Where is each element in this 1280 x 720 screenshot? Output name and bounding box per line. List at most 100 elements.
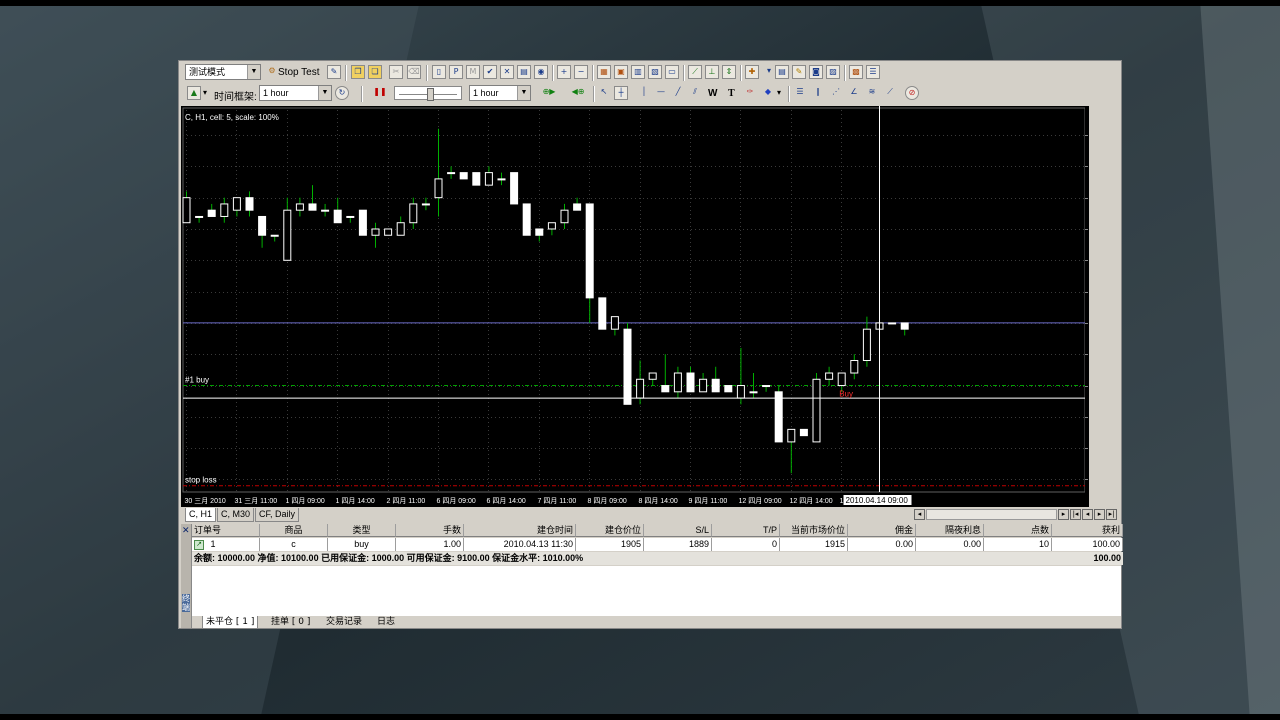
market-watch-icon[interactable]: M (466, 65, 480, 79)
stop-test-button[interactable]: Stop Test (278, 67, 320, 78)
first-icon[interactable]: |◂ (1070, 509, 1081, 520)
scroll-left-icon[interactable]: ◂ (914, 509, 925, 520)
column-header[interactable]: S/L (644, 524, 712, 537)
column-header[interactable]: 点数 (984, 524, 1052, 537)
tab-open-positions[interactable]: 未平仓 [ 1 ] (202, 616, 259, 629)
close-doc-icon[interactable]: ✕ (500, 65, 514, 79)
mode-select[interactable]: 测试模式 ▼ (185, 64, 261, 80)
candle-body (623, 328, 632, 405)
fan-icon[interactable]: ∠ (847, 86, 861, 100)
wave-tool-button[interactable]: W (708, 88, 717, 99)
column-header[interactable]: T/P (712, 524, 780, 537)
last-icon[interactable]: ▸| (1106, 509, 1117, 520)
pen-icon[interactable]: ✎ (792, 65, 806, 79)
list-icon[interactable]: ☰ (866, 65, 880, 79)
new-document-icon[interactable]: ▯ (432, 65, 446, 79)
candle-body (270, 234, 279, 237)
tile-windows-icon[interactable]: ▦ (597, 65, 611, 79)
tab-c-m30[interactable]: C, M30 (217, 508, 255, 522)
column-header[interactable]: 订单号 (192, 524, 260, 537)
zoom-out-icon[interactable]: − (574, 65, 588, 79)
paste-icon[interactable]: ❏ (368, 65, 382, 79)
bar-chart-icon[interactable]: ⊥ (705, 65, 719, 79)
settings-icon[interactable]: ⊘ (905, 86, 919, 100)
screenshot-icon[interactable]: ◙ (809, 65, 823, 79)
line-chart-icon[interactable]: ⟋ (688, 65, 702, 79)
prev-icon[interactable]: ◂ (1082, 509, 1093, 520)
column-header[interactable]: 商品 (260, 524, 328, 537)
chart-properties-icon[interactable]: ▨ (826, 65, 840, 79)
tab-journal[interactable]: 日志 (374, 616, 398, 628)
slider-thumb[interactable] (427, 88, 434, 101)
candle-body (749, 391, 758, 394)
zoom-in-icon[interactable]: + (557, 65, 571, 79)
expert-icon[interactable]: ◉ (534, 65, 548, 79)
properties-icon[interactable]: ✎ (327, 65, 341, 79)
cursor-icon[interactable]: ↖ (597, 86, 611, 100)
chevron-down-icon[interactable]: ▾ (762, 65, 776, 79)
pause-icon[interactable]: ❚❚ (373, 86, 387, 100)
chart-add-icon[interactable]: ▲ (187, 86, 201, 100)
check-icon[interactable]: ✔ (483, 65, 497, 79)
chart-grid-icon[interactable]: ▥ (631, 65, 645, 79)
refresh-icon[interactable]: ↻ (335, 86, 349, 100)
trend-line-icon[interactable]: ╱ (671, 86, 685, 100)
chevron-down-icon[interactable]: ▾ (777, 88, 781, 97)
timeframe-select[interactable]: 1 hour ▼ (259, 85, 332, 101)
window-icon[interactable]: ▭ (665, 65, 679, 79)
column-header[interactable]: 手数 (396, 524, 464, 537)
templates-icon[interactable]: ▤ (775, 65, 789, 79)
vertical-line-icon[interactable]: │ (637, 86, 651, 100)
channel-icon[interactable]: ⫽ (688, 86, 702, 100)
candle-body (182, 197, 191, 224)
label-tool-icon[interactable]: ✑ (743, 86, 757, 100)
lines-icon[interactable]: ☰ (793, 86, 807, 100)
cascade-windows-icon[interactable]: ▣ (614, 65, 628, 79)
column-header[interactable]: 佣金 (848, 524, 916, 537)
price-chart[interactable]: 1890189519001905191019151920192519301935… (181, 106, 1089, 507)
speed-timeframe-select[interactable]: 1 hour ▼ (469, 85, 531, 101)
text-tool-button[interactable]: T (728, 88, 735, 99)
tab-cf-daily[interactable]: CF, Daily (255, 508, 300, 522)
report-icon[interactable]: ▩ (849, 65, 863, 79)
tab-trade-history[interactable]: 交易记录 (323, 616, 365, 628)
crosshair-icon[interactable]: ┼ (614, 86, 628, 100)
chevron-down-icon[interactable]: ▾ (203, 88, 207, 97)
close-icon[interactable]: ✕ (182, 526, 190, 536)
candle-body (472, 172, 481, 186)
step-back-icon[interactable]: ◀⊕ (567, 86, 589, 100)
volume-icon[interactable]: ▧ (648, 65, 662, 79)
save-icon[interactable]: ▤ (517, 65, 531, 79)
candle-chart-icon[interactable]: ⇕ (722, 65, 736, 79)
candle-body (510, 172, 519, 205)
column-header[interactable]: 当前市场价位 (780, 524, 848, 537)
column-header[interactable]: 获利 (1052, 524, 1123, 537)
chart-scrollbar[interactable] (926, 509, 1057, 520)
step-forward-icon[interactable]: ⊕▶ (534, 86, 564, 100)
next-icon[interactable]: ▸ (1094, 509, 1105, 520)
tab-pending-orders[interactable]: 挂单 [ 0 ] (268, 616, 313, 628)
copy-icon[interactable]: ❐ (351, 65, 365, 79)
candle-body (434, 178, 443, 199)
speed-slider[interactable] (394, 86, 462, 101)
price-chart-svg[interactable]: 1890189519001905191019151920192519301935… (181, 106, 1089, 507)
profile-icon[interactable]: P (449, 65, 463, 79)
delete-icon[interactable]: ⌫ (407, 65, 421, 79)
pitchfork-icon[interactable]: ⟋ (883, 86, 897, 100)
terminal-panel: ✕ 终端 订单号 商品 类型 手数 建仓时间 建仓价位 S/L T/P 当前市场价位 佣金 隔夜利息… (181, 524, 1123, 629)
horizontal-line-icon[interactable]: — (654, 86, 668, 100)
column-header[interactable]: 建仓时间 (464, 524, 576, 537)
scroll-right-icon[interactable]: ▸ (1058, 509, 1069, 520)
table-row[interactable]: ↗ 1 c buy 1.00 2010.04.13 11:30 1905 188… (192, 538, 1123, 551)
tab-c-h1[interactable]: C, H1 (185, 508, 217, 522)
indicators-icon[interactable]: ✚ (745, 65, 759, 79)
fibo-icon[interactable]: ≋ (865, 86, 879, 100)
column-header[interactable]: 建仓价位 (576, 524, 644, 537)
chart-frame (182, 107, 1086, 493)
arrow-tool-icon[interactable]: ◆ (761, 86, 775, 100)
cut-icon[interactable]: ✂ (389, 65, 403, 79)
gann-icon[interactable]: ⋰ (829, 86, 843, 100)
periods-icon[interactable]: ∥ (811, 86, 825, 100)
column-header[interactable]: 类型 (328, 524, 396, 537)
column-header[interactable]: 隔夜利息 (916, 524, 984, 537)
